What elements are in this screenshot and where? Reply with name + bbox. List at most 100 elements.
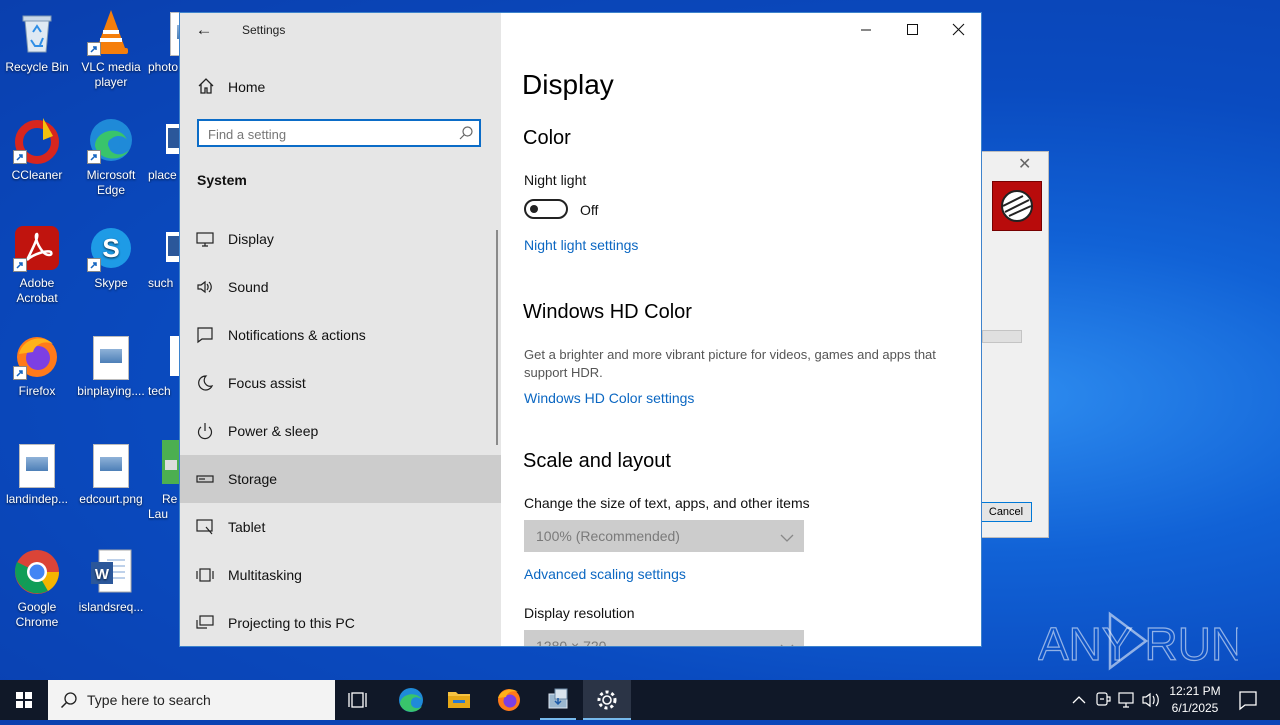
scale-size-label: Change the size of text, apps, and other…: [524, 495, 810, 511]
volume-icon: [1142, 692, 1159, 708]
taskbar-file-explorer[interactable]: [435, 680, 483, 720]
hdr-description: Get a brighter and more vibrant picture …: [524, 347, 936, 380]
desktop-icon-such[interactable]: such: [148, 224, 180, 291]
desktop-icon-binplaying[interactable]: binplaying....: [74, 332, 148, 399]
action-center-button[interactable]: [1234, 680, 1262, 720]
sidebar-item-storage[interactable]: Storage: [180, 455, 501, 503]
settings-content: Display Color Night light Off Night ligh…: [501, 13, 981, 646]
start-button[interactable]: [0, 680, 48, 720]
desktop-icon-vlc[interactable]: VLC media player: [74, 8, 148, 90]
sidebar-home[interactable]: Home: [180, 75, 501, 99]
skype-icon: S: [87, 224, 135, 272]
edge-icon: [87, 116, 135, 164]
sidebar-item-sound[interactable]: Sound: [180, 263, 501, 311]
sidebar-item-label: Display: [228, 231, 274, 247]
firefox-icon: [498, 689, 520, 711]
desktop-icon-acrobat[interactable]: Adobe Acrobat: [0, 224, 74, 306]
vlc-icon: [87, 8, 135, 56]
taskbar-clock[interactable]: 12:21 PM 6/1/2025: [1162, 683, 1228, 717]
window-title: Settings: [242, 23, 286, 37]
windows-logo-icon: [16, 692, 32, 708]
color-heading: Color: [523, 127, 571, 149]
desktop-icon-recycle-bin[interactable]: Recycle Bin: [0, 8, 74, 75]
notification-icon: [1239, 691, 1257, 711]
hdr-settings-link[interactable]: Windows HD Color settings: [524, 390, 694, 406]
taskbar-settings[interactable]: [583, 680, 631, 720]
clock-time: 12:21 PM: [1169, 684, 1221, 698]
installer-logo-icon: [992, 181, 1042, 231]
night-light-settings-link[interactable]: Night light settings: [524, 237, 638, 253]
desktop-icon-label: tech: [148, 384, 171, 398]
night-light-label: Night light: [524, 172, 587, 188]
sidebar-item-label: Multitasking: [228, 567, 302, 583]
settings-sidebar: Home System Display Sound Notifications …: [180, 13, 501, 646]
desktop-icon-relau[interactable]: Re Lau: [148, 440, 180, 522]
show-hidden-icons-button[interactable]: [1068, 680, 1090, 720]
desktop-icon-landindep[interactable]: landindep...: [0, 440, 74, 507]
chrome-icon: [13, 548, 61, 596]
taskbar-search[interactable]: Type here to search: [48, 680, 335, 720]
desktop-icon-skype[interactable]: S Skype: [74, 224, 148, 291]
search-input[interactable]: [208, 125, 448, 143]
sidebar-item-label: Tablet: [228, 519, 266, 535]
desktop-icon-edge[interactable]: Microsoft Edge: [74, 116, 148, 198]
desktop-icon-tech[interactable]: tech: [148, 332, 180, 399]
back-button[interactable]: ←: [188, 17, 220, 43]
desktop-icon-photo[interactable]: photo: [148, 8, 180, 75]
storage-icon: [196, 470, 214, 488]
desktop-icon-edcourt[interactable]: edcourt.png: [74, 440, 148, 507]
network-button[interactable]: [1116, 680, 1138, 720]
sidebar-item-power-sleep[interactable]: Power & sleep: [180, 407, 501, 455]
image-file-icon: [93, 336, 129, 380]
tray-app-icon[interactable]: [1092, 680, 1114, 720]
desktop-icon-label: CCleaner: [11, 168, 63, 182]
word-icon: W: [87, 548, 135, 596]
desktop-icon-label: VLC media player: [81, 60, 141, 89]
firefox-icon: [13, 332, 61, 380]
volume-button[interactable]: [1140, 680, 1162, 720]
speaker-icon: [196, 278, 214, 296]
sidebar-item-label: Sound: [228, 279, 269, 295]
chevron-down-icon: [780, 640, 794, 646]
home-label: Home: [228, 79, 266, 95]
desktop-icon-islandsreq[interactable]: W islandsreq...: [74, 548, 148, 615]
sidebar-scrollbar[interactable]: [496, 230, 498, 445]
chevron-up-icon: [1072, 696, 1086, 704]
sidebar-item-tablet[interactable]: Tablet: [180, 503, 501, 551]
taskbar-edge[interactable]: [387, 680, 435, 720]
night-light-toggle[interactable]: [524, 199, 568, 219]
desktop-icon-place[interactable]: place: [148, 116, 180, 183]
gear-icon: [597, 690, 617, 710]
find-setting-search[interactable]: [197, 119, 481, 147]
sidebar-item-label: Power & sleep: [228, 423, 319, 439]
ccleaner-icon: [13, 116, 61, 164]
desktop-icon-label: Firefox: [18, 384, 56, 398]
close-icon[interactable]: ✕: [1018, 154, 1031, 174]
hdr-heading: Windows HD Color: [523, 301, 692, 323]
desktop-icon-label: Re Lau: [148, 492, 178, 521]
resolution-label: Display resolution: [524, 605, 635, 621]
desktop-icon-label: Microsoft Edge: [86, 168, 136, 197]
desktop-icon-label: binplaying....: [77, 384, 145, 398]
sidebar-item-display[interactable]: Display: [180, 215, 501, 263]
projecting-icon: [196, 614, 214, 632]
monitor-icon: [196, 230, 214, 248]
resolution-dropdown[interactable]: 1280 × 720: [524, 630, 804, 646]
desktop-icon-label: Google Chrome: [15, 600, 59, 629]
taskbar-firefox[interactable]: [485, 680, 533, 720]
sidebar-item-multitasking[interactable]: Multitasking: [180, 551, 501, 599]
desktop-icon-label: photo: [148, 60, 179, 74]
task-view-button[interactable]: [335, 680, 383, 720]
sidebar-item-notifications[interactable]: Notifications & actions: [180, 311, 501, 359]
desktop-icon-firefox[interactable]: Firefox: [0, 332, 74, 399]
taskbar-installer[interactable]: [534, 680, 582, 720]
advanced-scaling-link[interactable]: Advanced scaling settings: [524, 566, 686, 582]
sidebar-item-focus-assist[interactable]: Focus assist: [180, 359, 501, 407]
sidebar-item-projecting[interactable]: Projecting to this PC: [180, 599, 501, 646]
desktop-icon-ccleaner[interactable]: CCleaner: [0, 116, 74, 183]
sidebar-item-label: Focus assist: [228, 375, 306, 391]
desktop-icon-chrome[interactable]: Google Chrome: [0, 548, 74, 630]
scale-dropdown[interactable]: 100% (Recommended): [524, 520, 804, 552]
search-icon: [60, 691, 78, 714]
cancel-button[interactable]: Cancel: [980, 502, 1032, 522]
